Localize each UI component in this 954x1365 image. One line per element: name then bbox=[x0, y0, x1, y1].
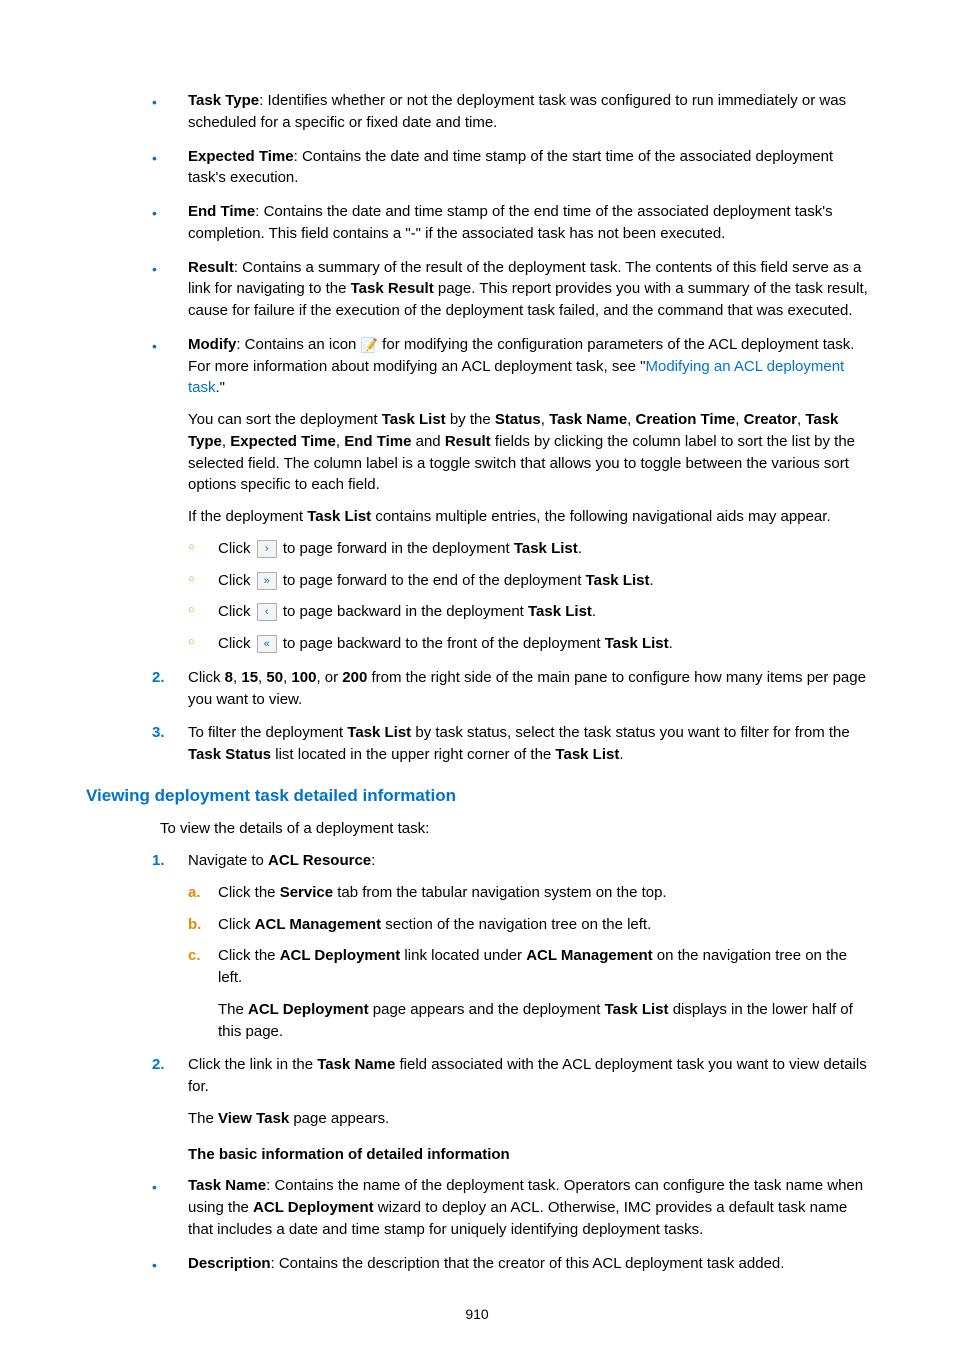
field-definition-list: Task Type: Identifies whether or not the… bbox=[86, 90, 868, 655]
result-text: The View Task page appears. bbox=[188, 1108, 868, 1130]
substep-marker: a. bbox=[188, 882, 201, 904]
step-number: 1. bbox=[152, 850, 165, 872]
substep-marker: c. bbox=[188, 945, 201, 967]
list-item: Task Type: Identifies whether or not the… bbox=[152, 90, 868, 134]
list-item: Click « to page backward to the front of… bbox=[188, 633, 868, 655]
field-definition-list: Task Name: Contains the name of the depl… bbox=[86, 1175, 868, 1274]
list-item: 2. Click 8, 15, 50, 100, or 200 from the… bbox=[152, 667, 868, 711]
procedure-steps: 2. Click 8, 15, 50, 100, or 200 from the… bbox=[86, 667, 868, 766]
modify-icon: 📝 bbox=[361, 335, 378, 355]
field-text: : Identifies whether or not the deployme… bbox=[188, 92, 846, 131]
list-item: 3. To filter the deployment Task List by… bbox=[152, 722, 868, 766]
bold-text: Task Result bbox=[351, 280, 434, 297]
field-label: Description bbox=[188, 1255, 271, 1272]
list-item: Modify: Contains an icon 📝 for modifying… bbox=[152, 334, 868, 655]
result-text: The ACL Deployment page appears and the … bbox=[218, 999, 868, 1043]
list-item: Click › to page forward in the deploymen… bbox=[188, 538, 868, 560]
list-item: Description: Contains the description th… bbox=[152, 1253, 868, 1275]
section-heading: Viewing deployment task detailed informa… bbox=[86, 784, 868, 809]
list-item: a. Click the Service tab from the tabula… bbox=[188, 882, 868, 904]
sub-heading: The basic information of detailed inform… bbox=[188, 1144, 868, 1166]
field-label: Modify bbox=[188, 336, 236, 353]
list-item: Expected Time: Contains the date and tim… bbox=[152, 146, 868, 190]
text: : Contains an icon bbox=[236, 336, 360, 353]
field-label: End Time bbox=[188, 203, 255, 220]
field-label: Task Type bbox=[188, 92, 259, 109]
list-item: Result: Contains a summary of the result… bbox=[152, 257, 868, 322]
field-text: : Contains the date and time stamp of th… bbox=[188, 203, 833, 242]
page-first-icon[interactable]: « bbox=[257, 635, 277, 653]
page-last-icon[interactable]: » bbox=[257, 572, 277, 590]
step-number: 2. bbox=[152, 667, 165, 689]
field-label: Task Name bbox=[188, 1177, 266, 1194]
list-item: Task Name: Contains the name of the depl… bbox=[152, 1175, 868, 1240]
intro-text: To view the details of a deployment task… bbox=[160, 818, 868, 840]
sub-steps: a. Click the Service tab from the tabula… bbox=[188, 882, 868, 1043]
list-item: 2. Click the link in the Task Name field… bbox=[152, 1054, 868, 1129]
list-item: Click » to page forward to the end of th… bbox=[188, 570, 868, 592]
step-number: 3. bbox=[152, 722, 165, 744]
list-item: End Time: Contains the date and time sta… bbox=[152, 201, 868, 245]
list-item: b. Click ACL Management section of the n… bbox=[188, 914, 868, 936]
field-label: Expected Time bbox=[188, 148, 294, 165]
substep-marker: b. bbox=[188, 914, 201, 936]
sort-paragraph: You can sort the deployment Task List by… bbox=[188, 409, 868, 496]
list-item: 1. Navigate to ACL Resource: a. Click th… bbox=[152, 850, 868, 1042]
text: ." bbox=[216, 379, 226, 396]
navigation-aids-list: Click › to page forward in the deploymen… bbox=[188, 538, 868, 655]
field-label: Result bbox=[188, 259, 234, 276]
page-prev-icon[interactable]: ‹ bbox=[257, 603, 277, 621]
page-number: 910 bbox=[86, 1304, 868, 1324]
page-next-icon[interactable]: › bbox=[257, 540, 277, 558]
list-item: c. Click the ACL Deployment link located… bbox=[188, 945, 868, 1042]
list-item: Click ‹ to page backward in the deployme… bbox=[188, 601, 868, 623]
step-number: 2. bbox=[152, 1054, 165, 1076]
nav-intro-paragraph: If the deployment Task List contains mul… bbox=[188, 506, 868, 528]
procedure-steps: 1. Navigate to ACL Resource: a. Click th… bbox=[86, 850, 868, 1130]
